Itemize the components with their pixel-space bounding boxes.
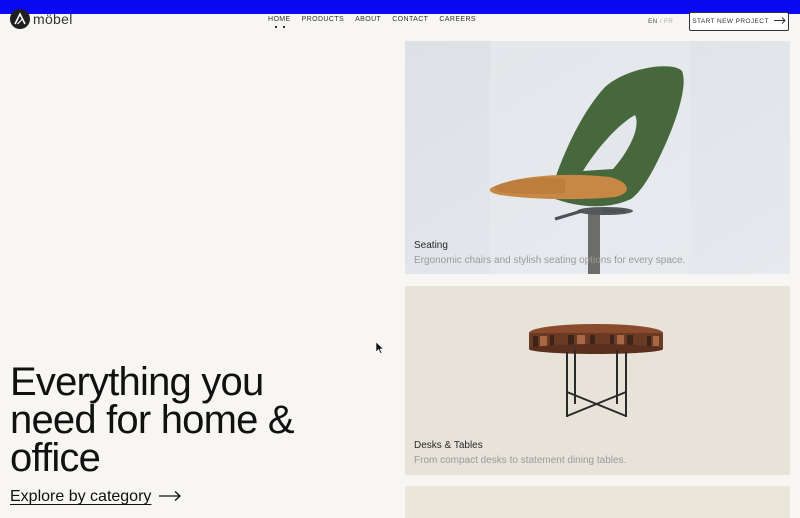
main-nav: HOME PRODUCTS ABOUT CONTACT CAREERS <box>268 16 476 28</box>
explore-label: Explore by category <box>10 488 152 505</box>
logo-mark-icon <box>10 9 30 29</box>
arrow-right-icon <box>773 17 786 26</box>
arrow-right-icon <box>159 488 182 506</box>
mouse-cursor-icon <box>376 342 384 354</box>
site-header: möbel HOME PRODUCTS ABOUT CONTACT CAREER… <box>0 0 800 40</box>
category-card-desks-tables[interactable]: Desks & Tables From compact desks to sta… <box>405 286 790 475</box>
card-title: Desks & Tables <box>414 440 483 451</box>
lang-separator: / <box>659 18 662 25</box>
nav-home[interactable]: HOME <box>268 16 291 28</box>
lang-en[interactable]: EN <box>648 18 658 25</box>
logo-text: möbel <box>33 11 73 27</box>
card-description: Ergonomic chairs and stylish seating opt… <box>414 255 686 266</box>
start-project-label: START NEW PROJECT <box>692 18 769 25</box>
seating-caption: Seating Ergonomic chairs and stylish sea… <box>414 240 685 266</box>
nav-careers[interactable]: CAREERS <box>439 16 476 23</box>
nav-about[interactable]: ABOUT <box>355 16 381 23</box>
nav-contact[interactable]: CONTACT <box>392 16 428 23</box>
hero: Everything you need for home & office <box>10 362 350 480</box>
hero-title-line-3: office <box>10 436 101 480</box>
logo[interactable]: möbel <box>10 9 73 29</box>
explore-by-category-link[interactable]: Explore by category <box>10 488 182 506</box>
category-card-seating[interactable]: Seating Ergonomic chairs and stylish sea… <box>405 41 790 274</box>
language-switcher: EN / FR <box>648 18 673 25</box>
card-title: Seating <box>414 240 448 251</box>
lang-fr[interactable]: FR <box>664 18 673 25</box>
nav-products[interactable]: PRODUCTS <box>302 16 344 23</box>
card-description: From compact desks to statement dining t… <box>414 455 627 466</box>
desks-caption: Desks & Tables From compact desks to sta… <box>414 440 626 466</box>
category-card-next[interactable] <box>405 486 790 518</box>
hero-title: Everything you need for home & office <box>10 362 350 480</box>
start-project-button[interactable]: START NEW PROJECT <box>689 12 789 31</box>
